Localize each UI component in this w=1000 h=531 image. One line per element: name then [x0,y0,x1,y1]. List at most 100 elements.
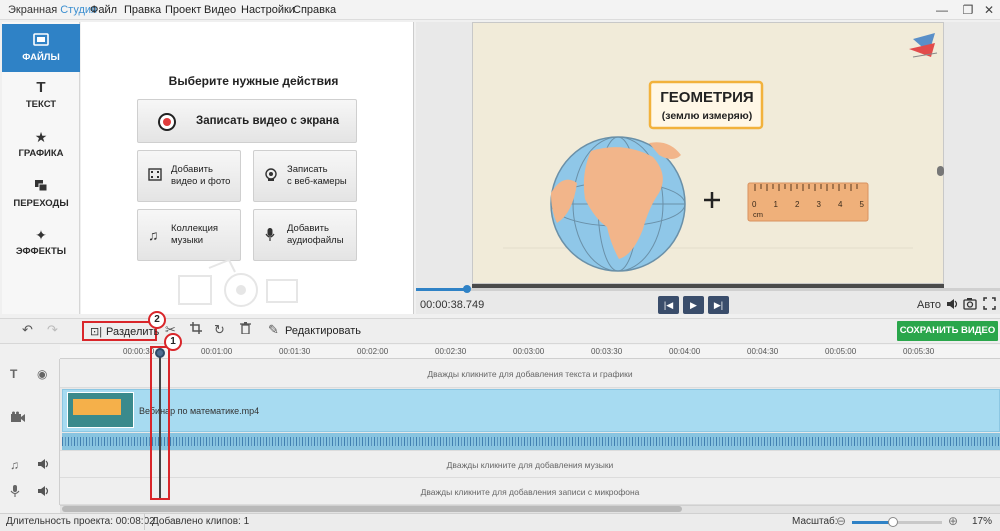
slide-subtitle: (землю измеряю) [661,110,753,122]
add-video-button[interactable]: Добавить видео и фото [137,150,241,202]
sidebar-item-files[interactable]: ФАЙЛЫ [2,24,80,72]
webcam-label: Записать с веб-камеры [287,164,347,187]
ruler-number: 2 [795,200,800,209]
annotation-marker-1: 1 [164,333,182,351]
slide-artwork [503,33,938,272]
timeline-ruler[interactable]: 00:00:30 00:01:00 00:01:30 00:02:00 00:0… [60,345,1000,359]
ruler-tick: 00:02:00 [357,347,389,356]
mic-volume-icon[interactable] [37,485,50,500]
minimize-button[interactable]: — [931,2,953,18]
skip-forward-icon: ▶| [713,300,724,310]
logo-icon [909,33,938,58]
text-track-hint: Дважды кликните для добавления текста и … [427,369,633,379]
menu-edit[interactable]: Правка [124,4,161,16]
zoom-value: 17% [972,516,993,527]
sidebar-item-graphics[interactable]: ★ ГРАФИКА [2,122,80,170]
music-track-icon: ♫ [10,458,19,472]
play-icon: ▶ [690,300,697,310]
camera-icon[interactable] [963,297,977,313]
actions-title: Выберите нужные действия [168,74,339,88]
preview-scrubbar-progress [416,288,466,291]
trash-icon[interactable] [240,322,251,337]
ruler-tick: 00:04:30 [747,347,779,356]
app-title: Экранная Студия [8,4,97,16]
magic-wand-icon: ✦ [35,227,47,243]
record-screen-button[interactable]: Записать видео с экрана [137,99,357,143]
save-video-button[interactable]: СОХРАНИТЬ ВИДЕО [897,321,998,341]
sidebar-item-text[interactable]: T ТЕКСТ [2,73,80,121]
volume-icon[interactable] [945,297,959,314]
ruler-number: 4 [838,200,843,209]
fullscreen-icon[interactable] [983,297,996,313]
menu-help[interactable]: Справка [293,4,336,16]
split-button[interactable]: ⊡| Разделить [82,321,160,341]
music-collection-label: Коллекция музыки [171,223,219,246]
text-track-icon: T [10,367,18,381]
sidebar-item-transitions[interactable]: ПЕРЕХОДЫ [2,171,80,219]
text-icon: T [36,79,46,96]
undo-icon[interactable]: ↶ [22,322,33,338]
menu-project[interactable]: Проект [165,4,201,16]
preview-scrubbar[interactable] [416,288,1000,291]
quality-auto[interactable]: Авто [917,299,941,311]
split-icon: ⊡| [90,326,103,338]
record-icon [158,113,176,131]
ruler-tick: 00:05:00 [825,347,857,356]
mic-track-hint: Дважды кликните для добавления записи с … [420,487,640,497]
next-frame-button[interactable]: ▶| [708,296,729,314]
menu-settings[interactable]: Настройки [241,4,295,16]
music-track[interactable]: Дважды кликните для добавления музыки [60,451,1000,478]
mic-track[interactable]: Дважды кликните для добавления записи с … [60,478,1000,505]
video-track-icon [10,411,26,426]
maximize-button[interactable]: ❐ [957,2,979,18]
timeline-scrollbar-thumb[interactable] [62,506,682,512]
split-label: Разделить [106,326,160,338]
slide-title: ГЕОМЕТРИЯ [660,89,754,106]
sidebar-item-effects[interactable]: ✦ ЭФФЕКТЫ [2,220,80,268]
redo-icon[interactable]: ↷ [47,322,58,338]
ruler-tick: 00:03:00 [513,347,545,356]
playhead-highlight [150,346,170,500]
menu-file[interactable]: Файл [90,4,117,16]
crop-icon[interactable] [190,322,202,337]
webcam-icon [264,168,278,185]
timecode: 00:00:38.749 [420,299,485,311]
music-volume-icon[interactable] [37,458,50,473]
ruler-tick: 00:03:30 [591,347,623,356]
sidebar-item-label: ЭФФЕКТЫ [15,246,67,257]
ruler-tick: 00:04:00 [669,347,701,356]
mic-track-icon [10,485,20,501]
ruler-tick: 00:05:30 [903,347,935,356]
video-preview[interactable]: ГЕОМЕТРИЯ (землю измеряю) 0 1 2 3 4 5 cm [472,22,944,284]
zoom-out-icon[interactable]: ⊖ [836,514,846,528]
text-track[interactable]: Дважды кликните для добавления текста и … [60,359,1000,388]
ruler-number: 1 [773,200,778,209]
rotate-icon[interactable]: ↻ [214,322,225,338]
sidebar-item-label: ФАЙЛЫ [22,52,60,63]
microphone-icon [264,227,276,245]
clips-count: Добавлено клипов: 1 [152,516,250,527]
transitions-icon [2,179,80,194]
eye-icon[interactable]: ◉ [37,367,47,381]
play-button[interactable]: ▶ [683,296,704,314]
preview-side-handle[interactable] [937,166,944,176]
globe-image [550,136,686,272]
status-divider [144,514,145,530]
webcam-button[interactable]: Записать с веб-камеры [253,150,357,202]
music-track-hint: Дважды кликните для добавления музыки [446,460,614,470]
edit-pencil-icon[interactable]: ✎ [268,322,279,338]
decorative-illustration [178,258,298,307]
zoom-in-icon[interactable]: ⊕ [948,514,958,528]
prev-frame-button[interactable]: |◀ [658,296,679,314]
add-audio-label: Добавить аудиофайлы [287,223,344,246]
preview-scrub-knob[interactable] [463,285,471,293]
zoom-label: Масштаб: [792,516,838,527]
audio-waveform[interactable] [62,433,1000,450]
star-icon: ★ [34,129,48,145]
menu-video[interactable]: Видео [204,4,236,16]
ruler-tick: 00:01:30 [279,347,311,356]
edit-button[interactable]: Редактировать [285,325,361,337]
zoom-slider-knob[interactable] [888,517,898,527]
actions-panel: Выберите нужные действия Записать видео … [81,22,414,314]
close-button[interactable]: ✕ [978,2,1000,18]
